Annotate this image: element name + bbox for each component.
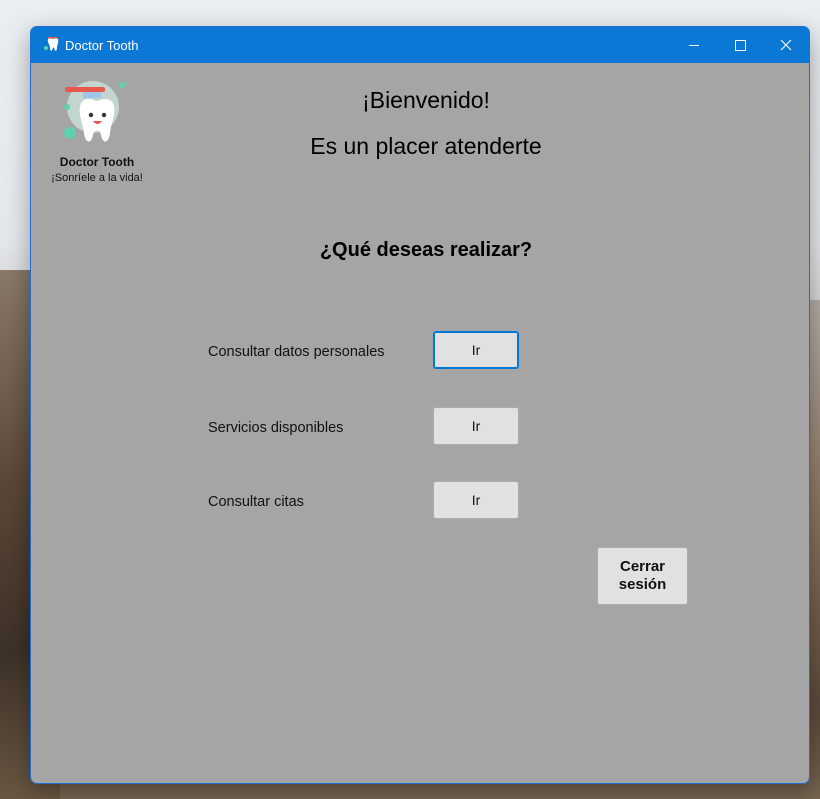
- maximize-button[interactable]: [717, 27, 763, 63]
- title-bar[interactable]: Doctor Tooth: [31, 27, 809, 63]
- minimize-icon: [689, 44, 699, 46]
- window-title: Doctor Tooth: [65, 37, 139, 53]
- close-button[interactable]: [763, 27, 809, 63]
- welcome-subheading: Es un placer atenderte: [310, 133, 542, 159]
- question-heading: ¿Qué deseas realizar?: [319, 239, 533, 261]
- maximize-icon: [734, 39, 746, 51]
- ir-button-servicios[interactable]: Ir: [433, 407, 519, 445]
- option-label-datos-personales: Consultar datos personales: [208, 344, 385, 360]
- window-controls: [671, 27, 809, 63]
- app-window: Doctor Tooth Doctor Tooth ¡Sonríele a la…: [30, 26, 810, 784]
- option-label-citas: Consultar citas: [208, 494, 304, 510]
- logout-button[interactable]: Cerrar sesión: [597, 547, 688, 605]
- option-label-servicios: Servicios disponibles: [208, 420, 344, 436]
- welcome-heading: ¡Bienvenido!: [362, 87, 490, 113]
- ir-button-citas[interactable]: Ir: [433, 481, 519, 519]
- close-icon: [780, 39, 792, 51]
- brand-tagline: ¡Sonríele a la vida!: [51, 172, 143, 184]
- tooth-app-icon: [41, 35, 61, 55]
- minimize-button[interactable]: [671, 27, 717, 63]
- ir-button-datos-personales[interactable]: Ir: [433, 331, 519, 369]
